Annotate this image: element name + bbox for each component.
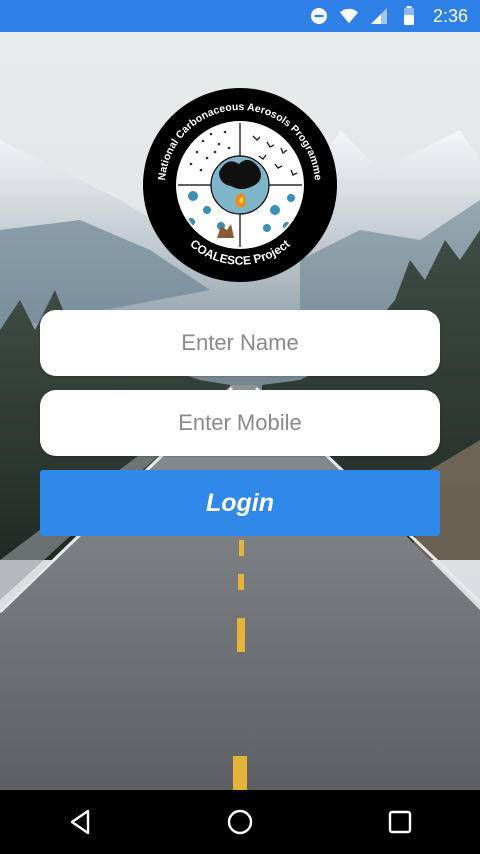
coalesce-logo: National Carbonaceous Aerosols Programme… <box>141 86 339 284</box>
login-screen: 2:36 National Carbonaceous Aerosols Prog… <box>0 0 480 854</box>
login-button[interactable]: Login <box>40 470 440 536</box>
name-input[interactable] <box>40 310 440 376</box>
cell-signal-icon <box>369 6 389 26</box>
home-icon[interactable] <box>210 798 270 846</box>
recents-icon[interactable] <box>370 798 430 846</box>
status-time: 2:36 <box>432 5 468 26</box>
do-not-disturb-icon <box>309 6 329 26</box>
battery-icon <box>399 6 419 26</box>
navigation-bar <box>0 790 480 854</box>
mobile-input[interactable] <box>40 390 440 456</box>
wifi-icon <box>339 6 359 26</box>
status-bar: 2:36 <box>0 0 480 32</box>
back-icon[interactable] <box>50 798 110 846</box>
